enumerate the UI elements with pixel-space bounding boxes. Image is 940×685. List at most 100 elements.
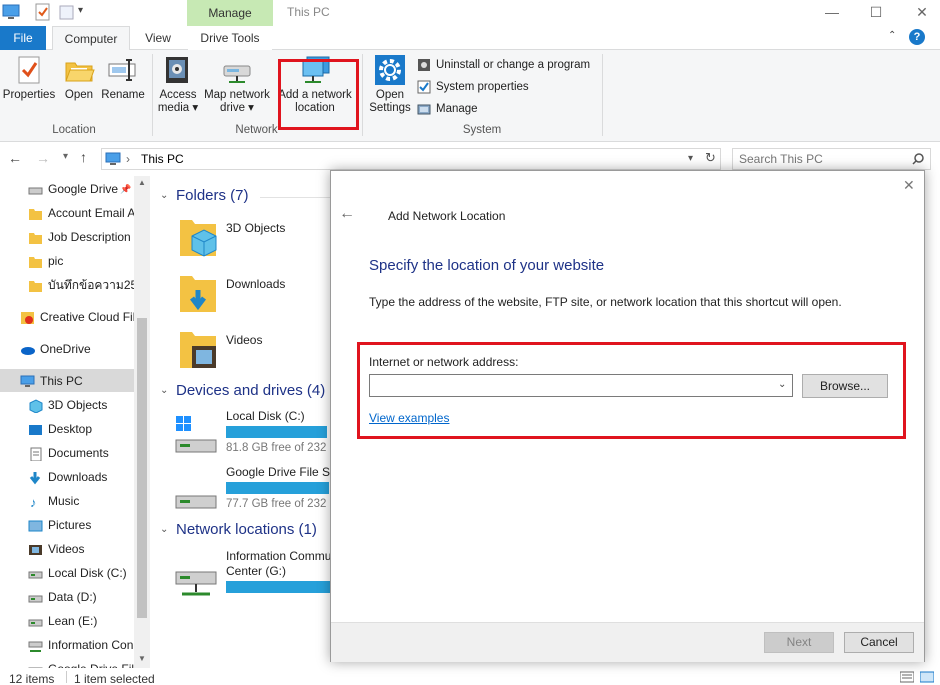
address-box[interactable]: › This PC ▾ ↻ <box>101 148 721 170</box>
tab-file[interactable]: File <box>0 26 46 50</box>
scroll-down-icon[interactable]: ▼ <box>138 654 146 663</box>
nav-item-label: OneDrive <box>40 342 91 356</box>
close-icon[interactable]: ✕ <box>902 2 940 22</box>
collapse-icon[interactable]: ⌄ <box>160 385 168 396</box>
nav-item-documents[interactable]: Documents <box>0 442 134 464</box>
network-location-icon <box>299 54 331 86</box>
pin-icon[interactable]: 📌 <box>120 178 131 200</box>
nav-item-google-drive-file[interactable]: Google Drive File <box>0 658 134 668</box>
collapse-icon[interactable]: ⌄ <box>160 190 168 201</box>
rename-button[interactable]: Rename <box>100 54 146 102</box>
details-view-icon[interactable] <box>899 671 915 685</box>
search-icon <box>912 153 924 168</box>
nav-item-data-d[interactable]: Data (D:) <box>0 586 134 608</box>
folder-item[interactable]: 3D Objects <box>178 214 285 263</box>
maximize-icon[interactable]: ☐ <box>856 2 896 22</box>
dialog-description: Type the address of the website, FTP sit… <box>369 295 842 309</box>
view-examples-link[interactable]: View examples <box>369 411 449 425</box>
quick-access-dropdown-icon[interactable]: ▾ <box>78 5 96 23</box>
tab-view[interactable]: View <box>136 26 180 50</box>
nav-item-label: Information Con <box>48 638 134 652</box>
ribbon: Properties Open Rename Location Access m… <box>0 50 940 142</box>
scroll-up-icon[interactable]: ▲ <box>138 178 146 187</box>
nav-item-label: Videos <box>48 542 85 556</box>
refresh-icon[interactable]: ↻ <box>705 150 716 166</box>
folders-header[interactable]: Folders (7) <box>176 187 249 204</box>
search-input[interactable]: Search This PC <box>732 148 931 170</box>
folder-item[interactable]: Downloads <box>178 270 285 319</box>
tab-computer[interactable]: Computer <box>52 26 130 51</box>
videos-icon <box>28 542 43 556</box>
back-arrow-icon[interactable]: ← <box>8 150 22 166</box>
open-settings-label-2: Settings <box>369 102 411 114</box>
large-icons-view-icon[interactable] <box>919 671 935 685</box>
up-arrow-icon[interactable]: ↑ <box>80 149 87 165</box>
nav-item-3d-objects[interactable]: 3D Objects <box>0 394 134 416</box>
computer-icon[interactable] <box>2 3 20 21</box>
nav-item-this-pc[interactable]: This PC <box>0 370 134 392</box>
nav-item-information-con[interactable]: Information Con <box>0 634 134 656</box>
cancel-button[interactable]: Cancel <box>844 632 914 653</box>
folder-label: Videos <box>226 333 263 347</box>
disk-icon <box>28 566 43 580</box>
dialog-back-icon[interactable]: ← <box>339 205 355 223</box>
drive-item[interactable]: Local Disk (C:) 81.8 GB free of 232 G <box>174 408 339 458</box>
network-address-input[interactable] <box>369 374 793 397</box>
drive-label: Local Disk (C:) <box>226 409 305 423</box>
nav-item-label: Data (D:) <box>48 590 97 604</box>
nav-item-2563[interactable]: บันทึกข้อความ2563 <box>0 274 134 296</box>
next-button[interactable]: Next <box>764 632 834 653</box>
folder-label: 3D Objects <box>226 221 286 235</box>
new-folder-icon[interactable] <box>58 3 76 21</box>
collapse-ribbon-icon[interactable]: ⌃ <box>888 30 896 41</box>
map-network-drive-button[interactable]: Map network drive ▾ <box>202 54 272 115</box>
address-dropdown-icon[interactable]: ⌄ <box>778 379 786 390</box>
nav-item-account-email-a[interactable]: Account Email A <box>0 202 134 224</box>
nav-item-creative-cloud-fil[interactable]: Creative Cloud Fil <box>0 306 134 328</box>
open-settings-button[interactable]: Open Settings <box>366 54 414 115</box>
properties-icon[interactable] <box>34 3 52 21</box>
add-network-location-label-2: location <box>295 102 335 114</box>
nav-item-pic[interactable]: pic <box>0 250 134 272</box>
dialog-close-icon[interactable]: ✕ <box>903 177 915 194</box>
nav-scrollbar-thumb[interactable] <box>137 318 147 618</box>
help-icon[interactable]: ? <box>909 29 925 45</box>
nav-item-pictures[interactable]: Pictures <box>0 514 134 536</box>
drive-item[interactable]: Google Drive File Str 77.7 GB free of 23… <box>174 464 339 514</box>
manage-button[interactable]: Manage <box>417 100 478 118</box>
system-properties-button[interactable]: System properties <box>417 78 529 96</box>
network-drive-item[interactable]: Information Commu Center (G:) <box>174 548 366 598</box>
nav-item-label: Google Drive <box>48 182 119 196</box>
collapse-icon[interactable]: ⌄ <box>160 524 168 535</box>
minimize-icon[interactable]: — <box>812 2 852 22</box>
forward-arrow-icon[interactable]: → <box>36 150 50 166</box>
nav-item-music[interactable]: ♪ Music <box>0 490 134 512</box>
address-path[interactable]: This PC <box>141 152 184 166</box>
tab-drive-tools[interactable]: Drive Tools <box>188 26 272 50</box>
desktop-icon <box>28 422 43 436</box>
nav-item-lean-e[interactable]: Lean (E:) <box>0 610 134 632</box>
address-dropdown-icon[interactable]: ▾ <box>688 153 693 164</box>
uninstall-label: Uninstall or change a program <box>436 59 591 71</box>
add-network-location-button[interactable]: Add a network location <box>276 54 354 115</box>
browse-button[interactable]: Browse... <box>802 374 888 398</box>
nav-item-onedrive[interactable]: OneDrive <box>0 338 134 360</box>
nav-item-local-disk-c[interactable]: Local Disk (C:) <box>0 562 134 584</box>
nav-item-job-description[interactable]: Job Description & <box>0 226 134 248</box>
nav-item-google-drive[interactable]: Google Drive 📌 <box>0 178 134 200</box>
uninstall-program-button[interactable]: Uninstall or change a program <box>417 56 590 74</box>
nav-item-downloads[interactable]: Downloads <box>0 466 134 488</box>
folder-item[interactable]: Videos <box>178 326 262 375</box>
recent-locations-icon[interactable]: ▾ <box>63 151 68 162</box>
devices-header[interactable]: Devices and drives (4) <box>176 382 325 399</box>
add-network-location-dialog: ✕ ← Add Network Location Specify the loc… <box>330 170 925 662</box>
network-locations-header[interactable]: Network locations (1) <box>176 521 317 538</box>
nav-item-desktop[interactable]: Desktop <box>0 418 134 440</box>
properties-button[interactable]: Properties <box>2 54 56 102</box>
folder-icon <box>28 230 43 244</box>
nav-item-videos[interactable]: Videos <box>0 538 134 560</box>
access-media-button[interactable]: Access media ▾ <box>155 54 201 115</box>
manage-context-tab[interactable]: Manage <box>187 0 273 26</box>
open-settings-label: Open <box>375 89 405 101</box>
open-button[interactable]: Open <box>60 54 98 102</box>
